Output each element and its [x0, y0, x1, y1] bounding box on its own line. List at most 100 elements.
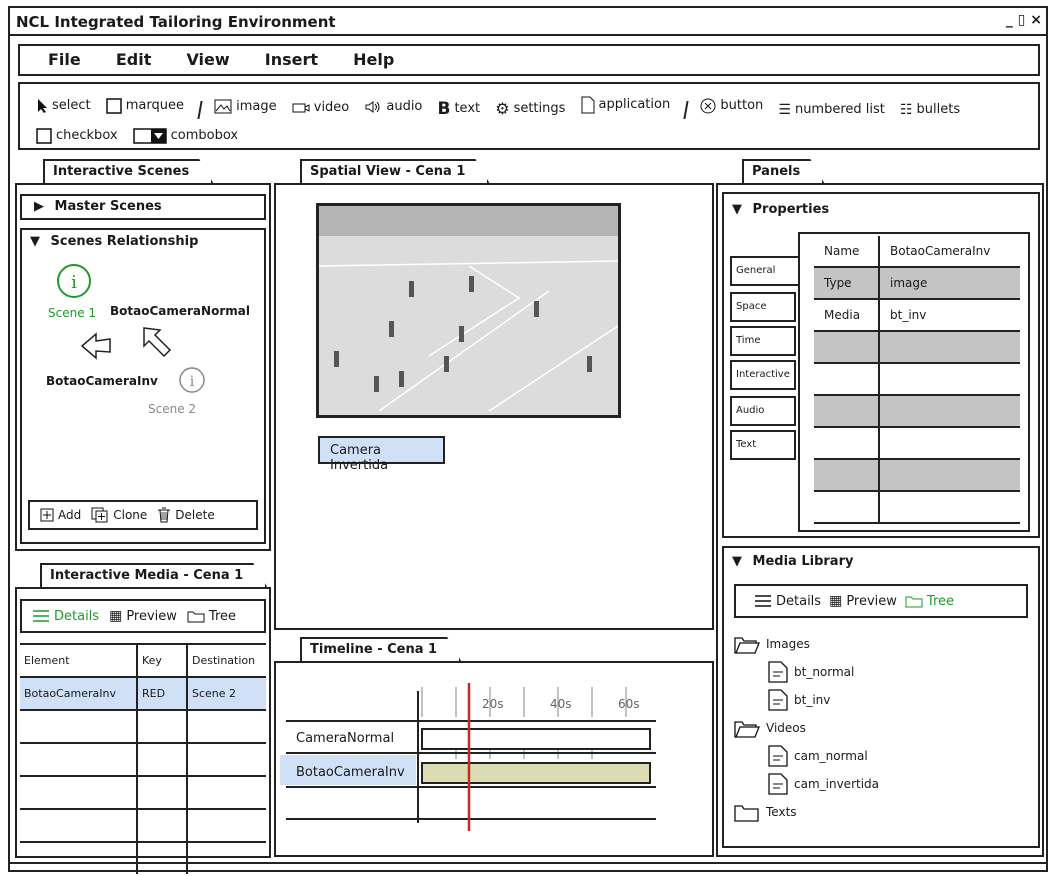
delete-label: Delete — [175, 508, 215, 522]
toolbar-divider — [197, 100, 203, 119]
file-icon — [768, 773, 788, 795]
window-controls[interactable]: _ ▯ × — [1006, 12, 1042, 28]
tool-text[interactable]: B text — [437, 96, 480, 122]
view-details[interactable]: Details — [32, 609, 99, 624]
tool-audio-label: audio — [386, 99, 423, 114]
table-row[interactable]: BotaoCameraInv RED Scene 2 — [20, 677, 266, 711]
scenes-relationship-header[interactable]: ▼ Scenes Relationship — [30, 234, 198, 249]
tab-spatial-view[interactable]: Spatial View - Cena 1 — [300, 159, 489, 183]
tool-marquee[interactable]: marquee — [105, 93, 184, 119]
node-botao-camera-inv[interactable]: BotaoCameraInv — [46, 374, 158, 388]
prop-row[interactable] — [814, 427, 1020, 460]
cell-empty — [137, 710, 188, 744]
tab-interactive-media[interactable]: Interactive Media - Cena 1 — [40, 563, 267, 587]
camera-invertida-button[interactable]: Camera Invertida — [318, 436, 445, 473]
tool-combobox-label: combobox — [170, 128, 239, 143]
clone-button[interactable]: Clone — [91, 507, 147, 523]
svg-text:i: i — [190, 374, 195, 390]
properties-header[interactable]: ▼ Properties — [732, 202, 829, 217]
tree-folder-videos[interactable]: Videos — [734, 714, 1024, 742]
scene2-info-icon[interactable]: i — [178, 366, 206, 394]
tool-video-label: video — [313, 100, 350, 115]
tree-label: Images — [766, 637, 810, 651]
menu-edit[interactable]: Edit — [116, 50, 152, 69]
marquee-icon — [105, 98, 122, 114]
tree-file-cam-normal[interactable]: cam_normal — [734, 742, 1024, 770]
col-key[interactable]: Key — [137, 643, 188, 678]
tool-audio[interactable]: audio — [364, 94, 422, 120]
view-details[interactable]: Details — [754, 594, 821, 609]
master-scenes-header[interactable]: ▶ Master Scenes — [20, 194, 266, 220]
tool-settings[interactable]: ⚙ settings — [495, 96, 565, 122]
menu-insert[interactable]: Insert — [265, 50, 318, 69]
prop-tab-space[interactable]: Space — [730, 292, 796, 322]
menu-help[interactable]: Help — [353, 50, 394, 69]
tree-file-cam-invertida[interactable]: cam_invertida — [734, 770, 1024, 798]
view-preview[interactable]: ▦ Preview — [829, 593, 897, 609]
tab-timeline[interactable]: Timeline - Cena 1 — [300, 637, 461, 661]
tab-panels[interactable]: Panels — [742, 159, 824, 183]
expand-down-icon: ▼ — [732, 554, 742, 569]
tree-folder-images[interactable]: Images — [734, 630, 1024, 658]
tool-select[interactable]: select — [36, 93, 91, 119]
prop-row[interactable]: Media bt_inv — [814, 299, 1020, 332]
menu-file[interactable]: File — [48, 50, 81, 69]
view-preview[interactable]: ▦ Preview — [109, 608, 177, 624]
tool-video[interactable]: video — [292, 95, 350, 121]
prop-empty — [879, 395, 1020, 428]
add-button[interactable]: Add — [40, 508, 81, 522]
table-row[interactable] — [20, 809, 266, 843]
tab-interactive-scenes[interactable]: Interactive Scenes — [43, 159, 213, 183]
view-preview-label: Preview — [126, 608, 177, 624]
delete-button[interactable]: Delete — [157, 507, 215, 523]
tree-file-bt-inv[interactable]: bt_inv — [734, 686, 1024, 714]
view-tree[interactable]: Tree — [905, 594, 954, 609]
prop-tab-text[interactable]: Text — [730, 430, 796, 460]
track-camera-normal[interactable]: CameraNormal — [296, 731, 394, 746]
view-tree[interactable]: Tree — [187, 609, 236, 624]
table-row[interactable] — [20, 710, 266, 744]
scene2-label[interactable]: Scene 2 — [148, 402, 196, 416]
tool-numbered-list[interactable]: ☰ numbered list — [778, 97, 885, 123]
col-element[interactable]: Element — [20, 643, 138, 678]
menu-view[interactable]: View — [186, 50, 229, 69]
prop-tab-audio[interactable]: Audio — [730, 396, 796, 426]
tool-image[interactable]: image — [214, 94, 277, 120]
view-tree-label: Tree — [926, 593, 955, 609]
prop-value: bt_inv — [879, 299, 1020, 332]
prop-tab-time[interactable]: Time — [730, 326, 796, 356]
folder-closed-icon — [734, 805, 759, 822]
prop-row[interactable] — [814, 459, 1020, 492]
cell-empty — [187, 743, 266, 777]
tool-combobox[interactable]: combobox — [132, 123, 239, 149]
prop-row[interactable] — [814, 395, 1020, 428]
table-row[interactable] — [20, 776, 266, 810]
col-destination[interactable]: Destination — [187, 643, 266, 678]
tool-bullets[interactable]: ☷ bullets — [900, 97, 960, 123]
prop-row[interactable]: Name BotaoCameraInv — [814, 236, 1020, 268]
tool-button[interactable]: button — [700, 93, 763, 119]
prop-row[interactable] — [814, 363, 1020, 396]
track-botao-camera-inv[interactable]: BotaoCameraInv — [296, 765, 405, 780]
tree-folder-texts[interactable]: Texts — [734, 798, 1024, 826]
tool-numbered-list-label: numbered list — [794, 102, 885, 117]
tool-application[interactable]: application — [581, 92, 670, 118]
prop-row[interactable] — [814, 331, 1020, 364]
prop-tab-general[interactable]: General — [730, 256, 800, 286]
node-botao-camera-normal[interactable]: BotaoCameraNormal — [110, 304, 250, 318]
media-library-header[interactable]: ▼ Media Library — [732, 554, 853, 569]
scene1-info-icon[interactable]: i — [56, 263, 92, 299]
cell-empty — [187, 710, 266, 744]
tree-file-bt-normal[interactable]: bt_normal — [734, 658, 1024, 686]
video-frame[interactable] — [316, 203, 621, 418]
speaker-icon — [365, 101, 380, 113]
table-row[interactable] — [20, 842, 266, 874]
prop-tab-interactive[interactable]: Interactive — [730, 360, 796, 390]
prop-row[interactable] — [814, 491, 1020, 524]
prop-row[interactable]: Type image — [814, 267, 1020, 300]
plus-box-icon — [40, 508, 54, 522]
scene1-label[interactable]: Scene 1 — [48, 306, 96, 320]
table-row[interactable] — [20, 743, 266, 777]
tree-label: cam_normal — [794, 749, 868, 763]
tool-checkbox[interactable]: checkbox — [36, 123, 118, 149]
